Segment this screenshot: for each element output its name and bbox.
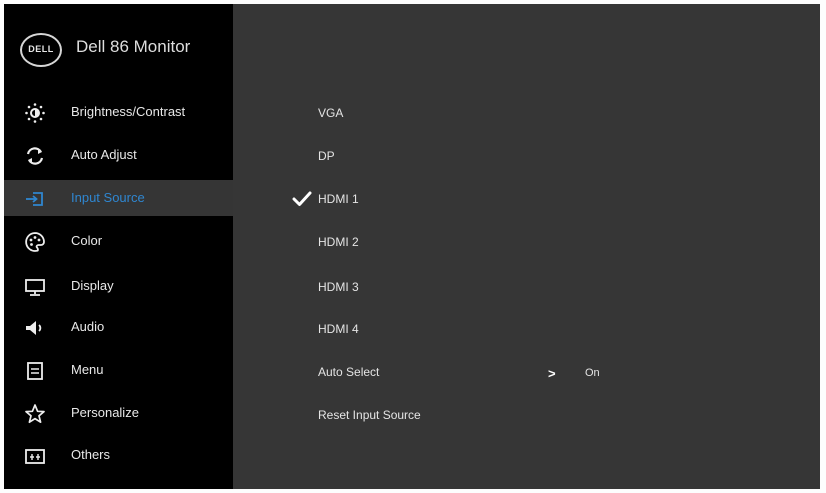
option-hdmi-1[interactable]: HDMI 1 <box>318 192 359 206</box>
star-icon <box>24 403 46 425</box>
checkmark-icon <box>292 190 312 208</box>
sidebar-item-label: Audio <box>71 319 105 334</box>
sidebar-item-brightness-contrast[interactable]: Brightness/Contrast <box>4 94 233 130</box>
menu-icon <box>24 360 46 382</box>
auto-adjust-icon <box>24 145 46 167</box>
sidebar-item-display[interactable]: Display <box>4 268 233 304</box>
input-source-icon <box>24 188 46 210</box>
sidebar-item-label: Menu <box>71 362 104 377</box>
option-hdmi-4[interactable]: HDMI 4 <box>318 322 359 336</box>
option-hdmi-3[interactable]: HDMI 3 <box>318 280 359 294</box>
sidebar-item-auto-adjust[interactable]: Auto Adjust <box>4 137 233 173</box>
osd-header: DELL Dell 86 Monitor <box>4 4 233 92</box>
audio-icon <box>24 317 46 339</box>
sidebar-item-others[interactable]: Others <box>4 437 233 473</box>
logo-text: DELL <box>28 44 54 54</box>
auto-select-value: On <box>585 367 600 379</box>
sidebar-item-label: Input Source <box>71 190 145 205</box>
others-icon <box>24 445 46 467</box>
option-hdmi-2[interactable]: HDMI 2 <box>318 235 359 249</box>
auto-select-option[interactable]: Auto Select <box>318 365 379 379</box>
sidebar-item-label: Others <box>71 447 111 462</box>
osd-sidebar: DELL Dell 86 Monitor Brightness/Contrast… <box>4 4 233 489</box>
monitor-title: Dell 86 Monitor <box>76 37 191 56</box>
sidebar-item-menu[interactable]: Menu <box>4 352 233 388</box>
sidebar-item-input-source[interactable]: Input Source <box>4 180 233 216</box>
color-icon <box>24 231 46 253</box>
sidebar-item-audio[interactable]: Audio <box>4 309 233 345</box>
chevron-right-icon: > <box>548 366 556 381</box>
sidebar-item-label: Display <box>71 278 114 293</box>
option-dp[interactable]: DP <box>318 149 335 163</box>
sidebar-item-label: Personalize <box>71 405 139 420</box>
sidebar-item-personalize[interactable]: Personalize <box>4 395 233 431</box>
sidebar-item-label: Brightness/Contrast <box>71 104 186 119</box>
dell-logo: DELL <box>20 33 62 67</box>
sidebar-item-label: Auto Adjust <box>71 147 137 162</box>
reset-input-source-option[interactable]: Reset Input Source <box>318 408 421 422</box>
display-icon <box>24 276 46 298</box>
sidebar-item-color[interactable]: Color <box>4 223 233 259</box>
sidebar-item-label: Color <box>71 233 103 248</box>
option-vga[interactable]: VGA <box>318 106 343 120</box>
monitor-osd: DELL Dell 86 Monitor Brightness/Contrast… <box>0 0 826 493</box>
brightness-icon <box>24 102 46 124</box>
